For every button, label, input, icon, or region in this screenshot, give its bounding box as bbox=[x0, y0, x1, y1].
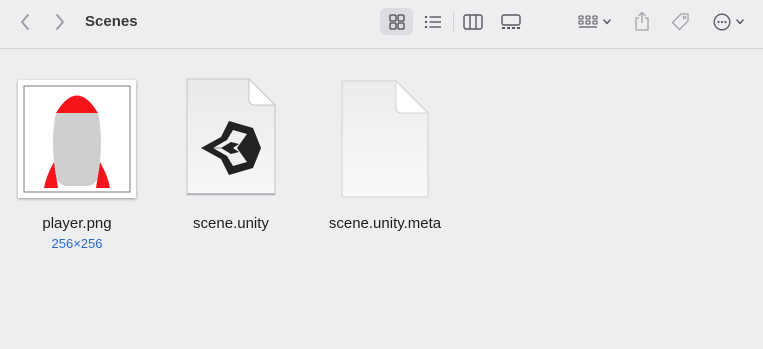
file-name: player.png bbox=[42, 215, 112, 232]
file-item-scene-unity[interactable]: scene.unity bbox=[166, 49, 296, 269]
gallery-icon bbox=[501, 13, 521, 29]
chevron-right-icon bbox=[56, 14, 64, 30]
file-item-scene-unity-meta[interactable]: scene.unity.meta bbox=[320, 49, 450, 269]
file-dimensions: 256×256 bbox=[51, 236, 103, 251]
finder-window: Scenes player.png 256×256 scene.unity sc… bbox=[0, 0, 763, 349]
group-by-icon bbox=[578, 14, 598, 28]
columns-icon bbox=[463, 13, 483, 30]
file-thumbnail-area bbox=[320, 49, 450, 209]
chevron-down-icon bbox=[603, 18, 611, 24]
window-title: Scenes bbox=[85, 13, 138, 30]
tag-icon bbox=[671, 12, 689, 30]
forward-button[interactable] bbox=[49, 11, 71, 33]
image-thumbnail bbox=[18, 80, 136, 198]
icon-view-button[interactable] bbox=[380, 8, 413, 35]
gallery-view-button[interactable] bbox=[497, 8, 525, 35]
share-button[interactable] bbox=[631, 6, 653, 36]
file-name: scene.unity.meta bbox=[328, 215, 442, 232]
list-view-button[interactable] bbox=[420, 8, 446, 35]
share-icon bbox=[635, 11, 649, 31]
file-item-player-png[interactable]: player.png 256×256 bbox=[12, 49, 142, 269]
chevron-down-icon bbox=[736, 18, 744, 24]
chevron-left-icon bbox=[21, 14, 29, 30]
file-grid: player.png 256×256 scene.unity scene.uni… bbox=[0, 49, 763, 349]
file-thumbnail-area bbox=[12, 49, 142, 209]
unity-document-icon bbox=[186, 77, 277, 196]
grid-icon bbox=[388, 13, 405, 30]
tags-button[interactable] bbox=[667, 8, 693, 35]
toolbar: Scenes bbox=[0, 0, 763, 49]
back-button[interactable] bbox=[14, 11, 36, 33]
more-actions-button[interactable] bbox=[708, 8, 750, 35]
rocket-image bbox=[23, 85, 131, 193]
blank-document-icon bbox=[341, 79, 430, 198]
list-icon bbox=[424, 15, 441, 28]
ellipsis-circle-icon bbox=[713, 13, 731, 30]
group-by-button[interactable] bbox=[574, 8, 616, 35]
file-name: scene.unity bbox=[193, 215, 269, 232]
file-thumbnail-area bbox=[166, 49, 296, 209]
column-view-button[interactable] bbox=[459, 8, 487, 35]
toolbar-divider bbox=[453, 12, 454, 31]
